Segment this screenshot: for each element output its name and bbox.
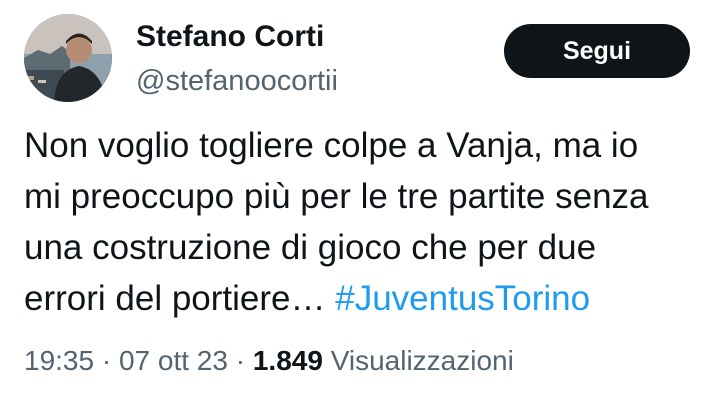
tweet-text-line: Non voglio togliere colpe a Vanja, ma io (24, 126, 639, 165)
author-display-name[interactable]: Stefano Corti (136, 18, 338, 56)
tweet-card: Stefano Corti @stefanoocortii Segui Non … (0, 0, 712, 402)
meta-separator: · (227, 345, 253, 376)
views-label: Visualizzazioni (322, 345, 514, 376)
tweet-date[interactable]: 07 ott 23 (119, 345, 228, 376)
tweet-header: Stefano Corti @stefanoocortii Segui (24, 14, 712, 104)
follow-button[interactable]: Segui (504, 24, 690, 78)
author-names: Stefano Corti @stefanoocortii (136, 18, 338, 100)
avatar[interactable] (24, 14, 112, 102)
tweet-meta: 19:35 · 07 ott 23 · 1.849 Visualizzazion… (24, 343, 514, 379)
author-handle[interactable]: @stefanoocortii (136, 62, 338, 100)
avatar-photo-icon (24, 14, 112, 102)
tweet-text-line: mi preoccupo più per le tre partite senz… (24, 177, 649, 216)
hashtag-link[interactable]: #JuventusTorino (335, 279, 590, 318)
tweet-text-line: errori del portiere… #JuventusTorino (24, 273, 712, 324)
tweet-text: Non voglio togliere colpe a Vanja, ma io… (24, 120, 712, 324)
tweet-time[interactable]: 19:35 (24, 345, 94, 376)
views-count[interactable]: 1.849 (253, 345, 323, 376)
meta-separator: · (94, 345, 119, 376)
tweet-text-segment: errori del portiere… (24, 279, 336, 318)
tweet-text-line: una costruzione di gioco che per due (24, 228, 597, 267)
